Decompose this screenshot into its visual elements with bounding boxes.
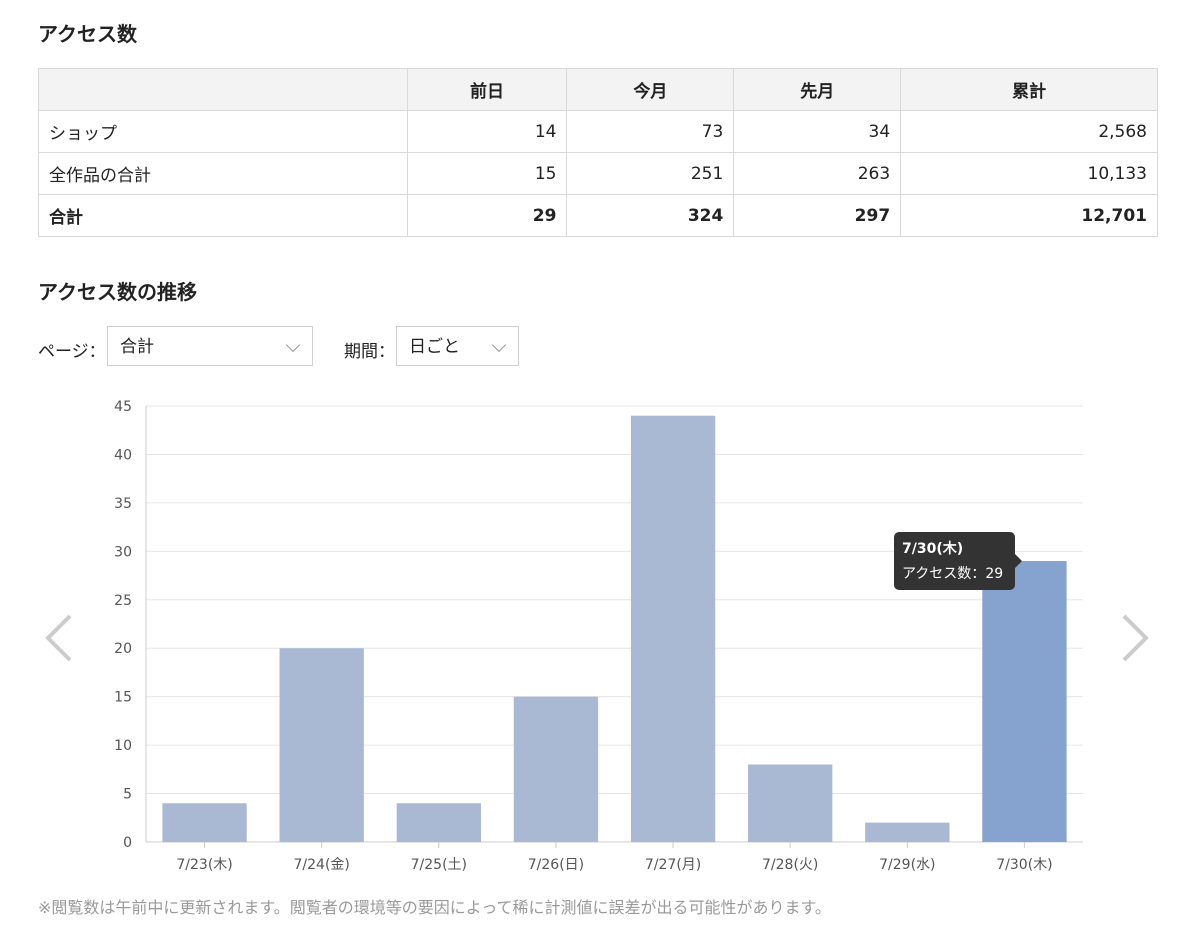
row-label: 合計 — [38, 194, 408, 237]
x-tick-label: 7/25(土) — [411, 857, 467, 873]
tooltip-title: 7/30(木) — [902, 541, 964, 557]
x-tick-label: 7/27(月) — [645, 857, 701, 873]
table-cell: 15 — [406, 152, 568, 195]
period-select-value: 日ごと — [409, 337, 460, 357]
column-header-this-month: 今月 — [566, 68, 735, 111]
table-cell: 10,133 — [900, 152, 1158, 195]
y-tick-label: 0 — [123, 835, 132, 851]
tooltip-value: 29 — [985, 566, 1004, 582]
table-cell: 2,568 — [900, 110, 1158, 153]
tooltip-row: アクセス数：29 — [902, 566, 1004, 582]
table-cell: 73 — [566, 110, 735, 153]
row-label: ショップ — [38, 110, 408, 153]
column-header-cumulative: 累計 — [900, 68, 1158, 111]
y-tick-label: 40 — [114, 447, 132, 463]
table-cell: 14 — [406, 110, 568, 153]
y-tick-label: 45 — [114, 399, 132, 415]
x-tick-label: 7/26(日) — [528, 857, 584, 873]
y-tick-label: 20 — [114, 641, 132, 657]
column-header — [38, 68, 408, 111]
chart-bar — [162, 803, 247, 842]
table-row-total: 合計 29 324 297 12,701 — [38, 194, 1158, 237]
page-select[interactable]: 合計 — [107, 326, 313, 366]
table-cell: 263 — [733, 152, 902, 195]
y-tick-label: 35 — [114, 496, 132, 512]
chart-bar — [513, 696, 599, 842]
y-tick-label: 5 — [123, 787, 132, 803]
chart-tooltip: 7/30(木) アクセス数：29 — [894, 532, 1022, 590]
column-header-previous-day: 前日 — [406, 68, 568, 111]
access-summary-table: 前日 今月 先月 累計 ショップ 14 73 34 2,568 全作品の合計 1… — [38, 68, 1158, 237]
table-cell: 34 — [733, 110, 902, 153]
y-tick-label: 15 — [114, 690, 132, 706]
tooltip-label: アクセス数 — [902, 566, 972, 582]
row-label: 全作品の合計 — [38, 152, 408, 195]
page-select-value: 合計 — [120, 337, 154, 357]
y-tick-label: 30 — [114, 544, 132, 560]
x-tick-label: 7/30(木) — [996, 857, 1052, 873]
period-select[interactable]: 日ごと — [396, 326, 519, 366]
access-trend-chart: 0 5 10 15 20 25 30 35 40 45 7/23(木) 7/24(金) 7/25(土) 7… — [114, 399, 1083, 873]
x-tick-label: 7/28(火) — [762, 857, 818, 873]
chart-bar — [748, 764, 833, 842]
page-filter-label: ページ： — [38, 342, 106, 362]
x-tick-label: 7/23(木) — [176, 857, 232, 873]
table-cell: 12,701 — [900, 194, 1158, 237]
chart-bar — [982, 561, 1067, 842]
chevron-down-icon — [491, 337, 507, 353]
table-cell: 29 — [406, 194, 568, 237]
chevron-down-icon — [285, 337, 301, 353]
x-tick-label: 7/24(金) — [294, 857, 350, 873]
x-tick-label: 7/29(水) — [879, 857, 935, 873]
y-tick-label: 25 — [114, 593, 132, 609]
update-note: ※閲覧数は午前中に更新されます。閲覧者の環境等の要因によって稀に計測値に誤差が出… — [38, 898, 831, 917]
chart-bar — [865, 822, 950, 842]
access-count-title: アクセス数 — [38, 22, 137, 46]
chart-bar — [396, 803, 481, 842]
table-row: 全作品の合計 15 251 263 10,133 — [38, 152, 1158, 195]
table-cell: 251 — [566, 152, 735, 195]
access-trend-title: アクセス数の推移 — [38, 280, 197, 304]
y-tick-label: 10 — [114, 738, 132, 754]
column-header-last-month: 先月 — [733, 68, 902, 111]
table-cell: 324 — [566, 194, 735, 237]
table-row: ショップ 14 73 34 2,568 — [38, 110, 1158, 153]
table-cell: 297 — [733, 194, 902, 237]
chart-bar — [630, 415, 716, 842]
chart-bar — [279, 648, 364, 842]
table-header-row: 前日 今月 先月 累計 — [38, 68, 1158, 111]
period-filter-label: 期間： — [344, 342, 395, 362]
